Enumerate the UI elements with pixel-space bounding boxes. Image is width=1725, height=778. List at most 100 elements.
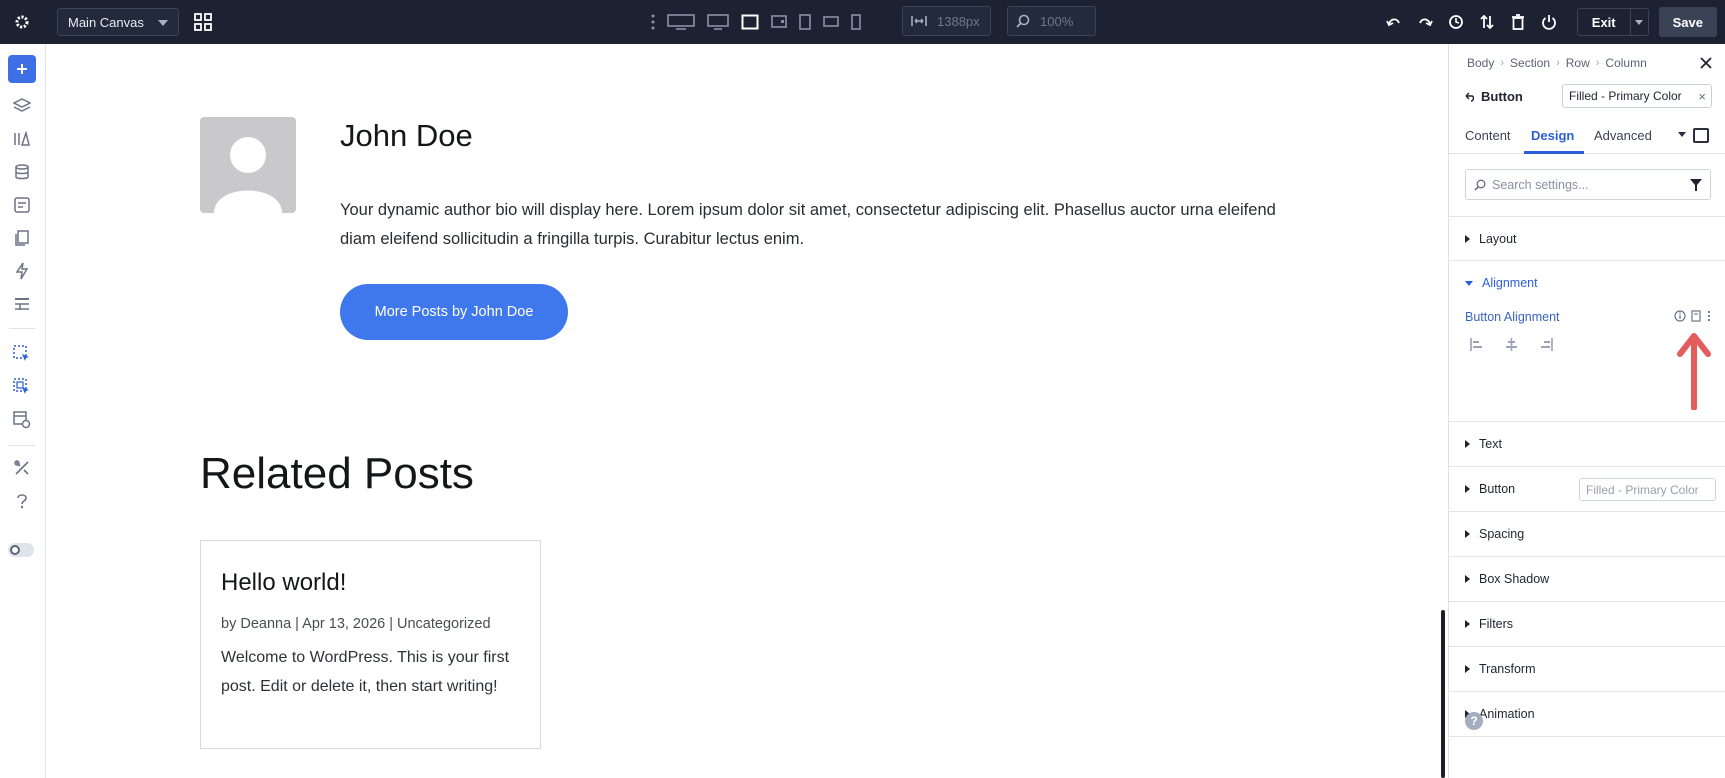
breadcrumb-body[interactable]: Body xyxy=(1467,56,1494,70)
exit-button[interactable]: Exit xyxy=(1576,8,1649,36)
caret-right-icon xyxy=(1465,440,1470,448)
breadcrumb-row[interactable]: Row xyxy=(1566,56,1590,70)
filter-icon[interactable] xyxy=(1690,179,1702,191)
device-preview-icon[interactable] xyxy=(1693,128,1709,143)
align-right-icon[interactable] xyxy=(1537,336,1554,353)
chevron-right-icon: › xyxy=(1500,57,1505,69)
align-left-icon[interactable] xyxy=(1469,336,1486,353)
section-box-shadow-header[interactable]: Box Shadow xyxy=(1465,557,1549,601)
lightning-icon[interactable] xyxy=(8,257,36,285)
layers-icon[interactable] xyxy=(8,92,36,120)
more-posts-button[interactable]: More Posts by John Doe xyxy=(340,284,568,340)
sort-icon[interactable] xyxy=(1472,0,1503,44)
section-spacing-label: Spacing xyxy=(1479,527,1525,541)
field-tools xyxy=(1674,310,1712,322)
section-spacing-header[interactable]: Spacing xyxy=(1465,512,1524,556)
left-toolbar xyxy=(0,44,46,778)
add-icon[interactable] xyxy=(8,55,36,83)
tablet-icon[interactable] xyxy=(793,0,817,44)
power-icon[interactable] xyxy=(1534,0,1565,44)
trash-icon[interactable] xyxy=(1503,0,1534,44)
canvas-width-input[interactable]: 1388px xyxy=(902,6,991,36)
author-name: John Doe xyxy=(340,118,473,153)
tab-design[interactable]: Design xyxy=(1531,116,1574,154)
close-icon[interactable] xyxy=(1699,56,1715,72)
section-layout-header[interactable]: Layout xyxy=(1465,217,1517,261)
preset-chip[interactable]: Filled - Primary Color × xyxy=(1562,84,1712,108)
section-spacing[interactable]: Spacing xyxy=(1449,511,1725,556)
related-posts-heading: Related Posts xyxy=(200,449,474,498)
zoom-input[interactable]: 100% xyxy=(1007,6,1096,36)
chevron-down-icon[interactable] xyxy=(1678,132,1686,137)
pages-icon[interactable] xyxy=(8,224,36,252)
button-alignment-label: Button Alignment xyxy=(1465,310,1560,324)
post-meta: by Deanna | Apr 13, 2026 | Uncategorized xyxy=(221,616,491,632)
section-text[interactable]: Text xyxy=(1449,421,1725,466)
table-icon[interactable] xyxy=(8,290,36,318)
width-icon xyxy=(911,16,927,26)
section-layout[interactable]: Layout xyxy=(1449,216,1725,260)
laptop-icon[interactable] xyxy=(735,0,765,44)
canvas-width-value: 1388px xyxy=(937,13,980,29)
tablet-landscape-icon[interactable] xyxy=(765,0,793,44)
tab-content[interactable]: Content xyxy=(1465,116,1511,154)
annotation-arrow-icon xyxy=(1677,333,1711,410)
caret-right-icon xyxy=(1465,575,1470,583)
section-transform-header[interactable]: Transform xyxy=(1465,647,1536,691)
more-options-icon[interactable] xyxy=(645,0,661,44)
gear-icon[interactable] xyxy=(0,0,44,44)
dark-mode-toggle[interactable] xyxy=(8,543,34,557)
breadcrumb-section[interactable]: Section xyxy=(1510,56,1550,70)
align-center-icon[interactable] xyxy=(1503,336,1520,353)
section-filters-header[interactable]: Filters xyxy=(1465,602,1513,646)
info-icon[interactable] xyxy=(1674,310,1686,322)
more-options-icon[interactable] xyxy=(1706,310,1712,322)
phone-icon[interactable] xyxy=(845,0,867,44)
desktop-icon[interactable] xyxy=(701,0,735,44)
chevron-right-icon: › xyxy=(1556,57,1560,69)
post-title[interactable]: Hello world! xyxy=(221,569,346,597)
history-icon[interactable] xyxy=(1441,0,1472,44)
section-animation[interactable]: Animation xyxy=(1449,691,1725,737)
undo-icon[interactable] xyxy=(1379,0,1410,44)
select-element-icon[interactable] xyxy=(8,340,36,368)
help-icon[interactable] xyxy=(8,487,36,515)
breadcrumb-column[interactable]: Column xyxy=(1605,56,1646,70)
canvas-select[interactable]: Main Canvas xyxy=(57,8,179,36)
section-text-header[interactable]: Text xyxy=(1465,422,1502,466)
close-icon[interactable]: × xyxy=(1698,89,1706,104)
tab-advanced[interactable]: Advanced xyxy=(1594,116,1652,154)
select-multiple-icon[interactable] xyxy=(8,373,36,401)
help-button[interactable]: ? xyxy=(1465,712,1483,730)
library-icon[interactable] xyxy=(8,125,36,153)
widescreen-icon[interactable] xyxy=(661,0,701,44)
post-card[interactable]: Hello world! by Deanna | Apr 13, 2026 | … xyxy=(200,540,541,749)
forms-icon[interactable] xyxy=(8,191,36,219)
section-alignment-label: Alignment xyxy=(1482,276,1538,290)
button-preset-chip[interactable]: Filled - Primary Color xyxy=(1579,478,1716,501)
tools-icon[interactable] xyxy=(8,454,36,482)
chevron-down-icon[interactable] xyxy=(1629,9,1648,35)
back-icon[interactable] xyxy=(1465,92,1475,102)
scrollbar[interactable] xyxy=(1441,610,1445,778)
redo-icon[interactable] xyxy=(1410,0,1441,44)
section-transform-label: Transform xyxy=(1479,662,1536,676)
database-icon[interactable] xyxy=(8,158,36,186)
section-box-shadow[interactable]: Box Shadow xyxy=(1449,556,1725,601)
grid-icon[interactable] xyxy=(189,8,217,36)
phone-landscape-icon[interactable] xyxy=(817,0,845,44)
exit-label: Exit xyxy=(1591,14,1616,30)
section-alignment-header[interactable]: Alignment xyxy=(1465,261,1538,305)
toolbar-divider xyxy=(9,445,35,446)
section-button-header[interactable]: Button xyxy=(1465,467,1515,511)
settings-search-input[interactable]: Search settings... xyxy=(1465,169,1711,200)
toggle-knob xyxy=(10,545,20,555)
save-button[interactable]: Save xyxy=(1658,7,1717,37)
section-transform[interactable]: Transform xyxy=(1449,646,1725,691)
section-filters[interactable]: Filters xyxy=(1449,601,1725,646)
section-button[interactable]: Button Filled - Primary Color xyxy=(1449,466,1725,511)
caret-right-icon xyxy=(1465,665,1470,673)
zoom-icon xyxy=(1016,14,1030,28)
preset-icon[interactable] xyxy=(1690,310,1702,322)
preview-settings-icon[interactable] xyxy=(8,406,36,434)
